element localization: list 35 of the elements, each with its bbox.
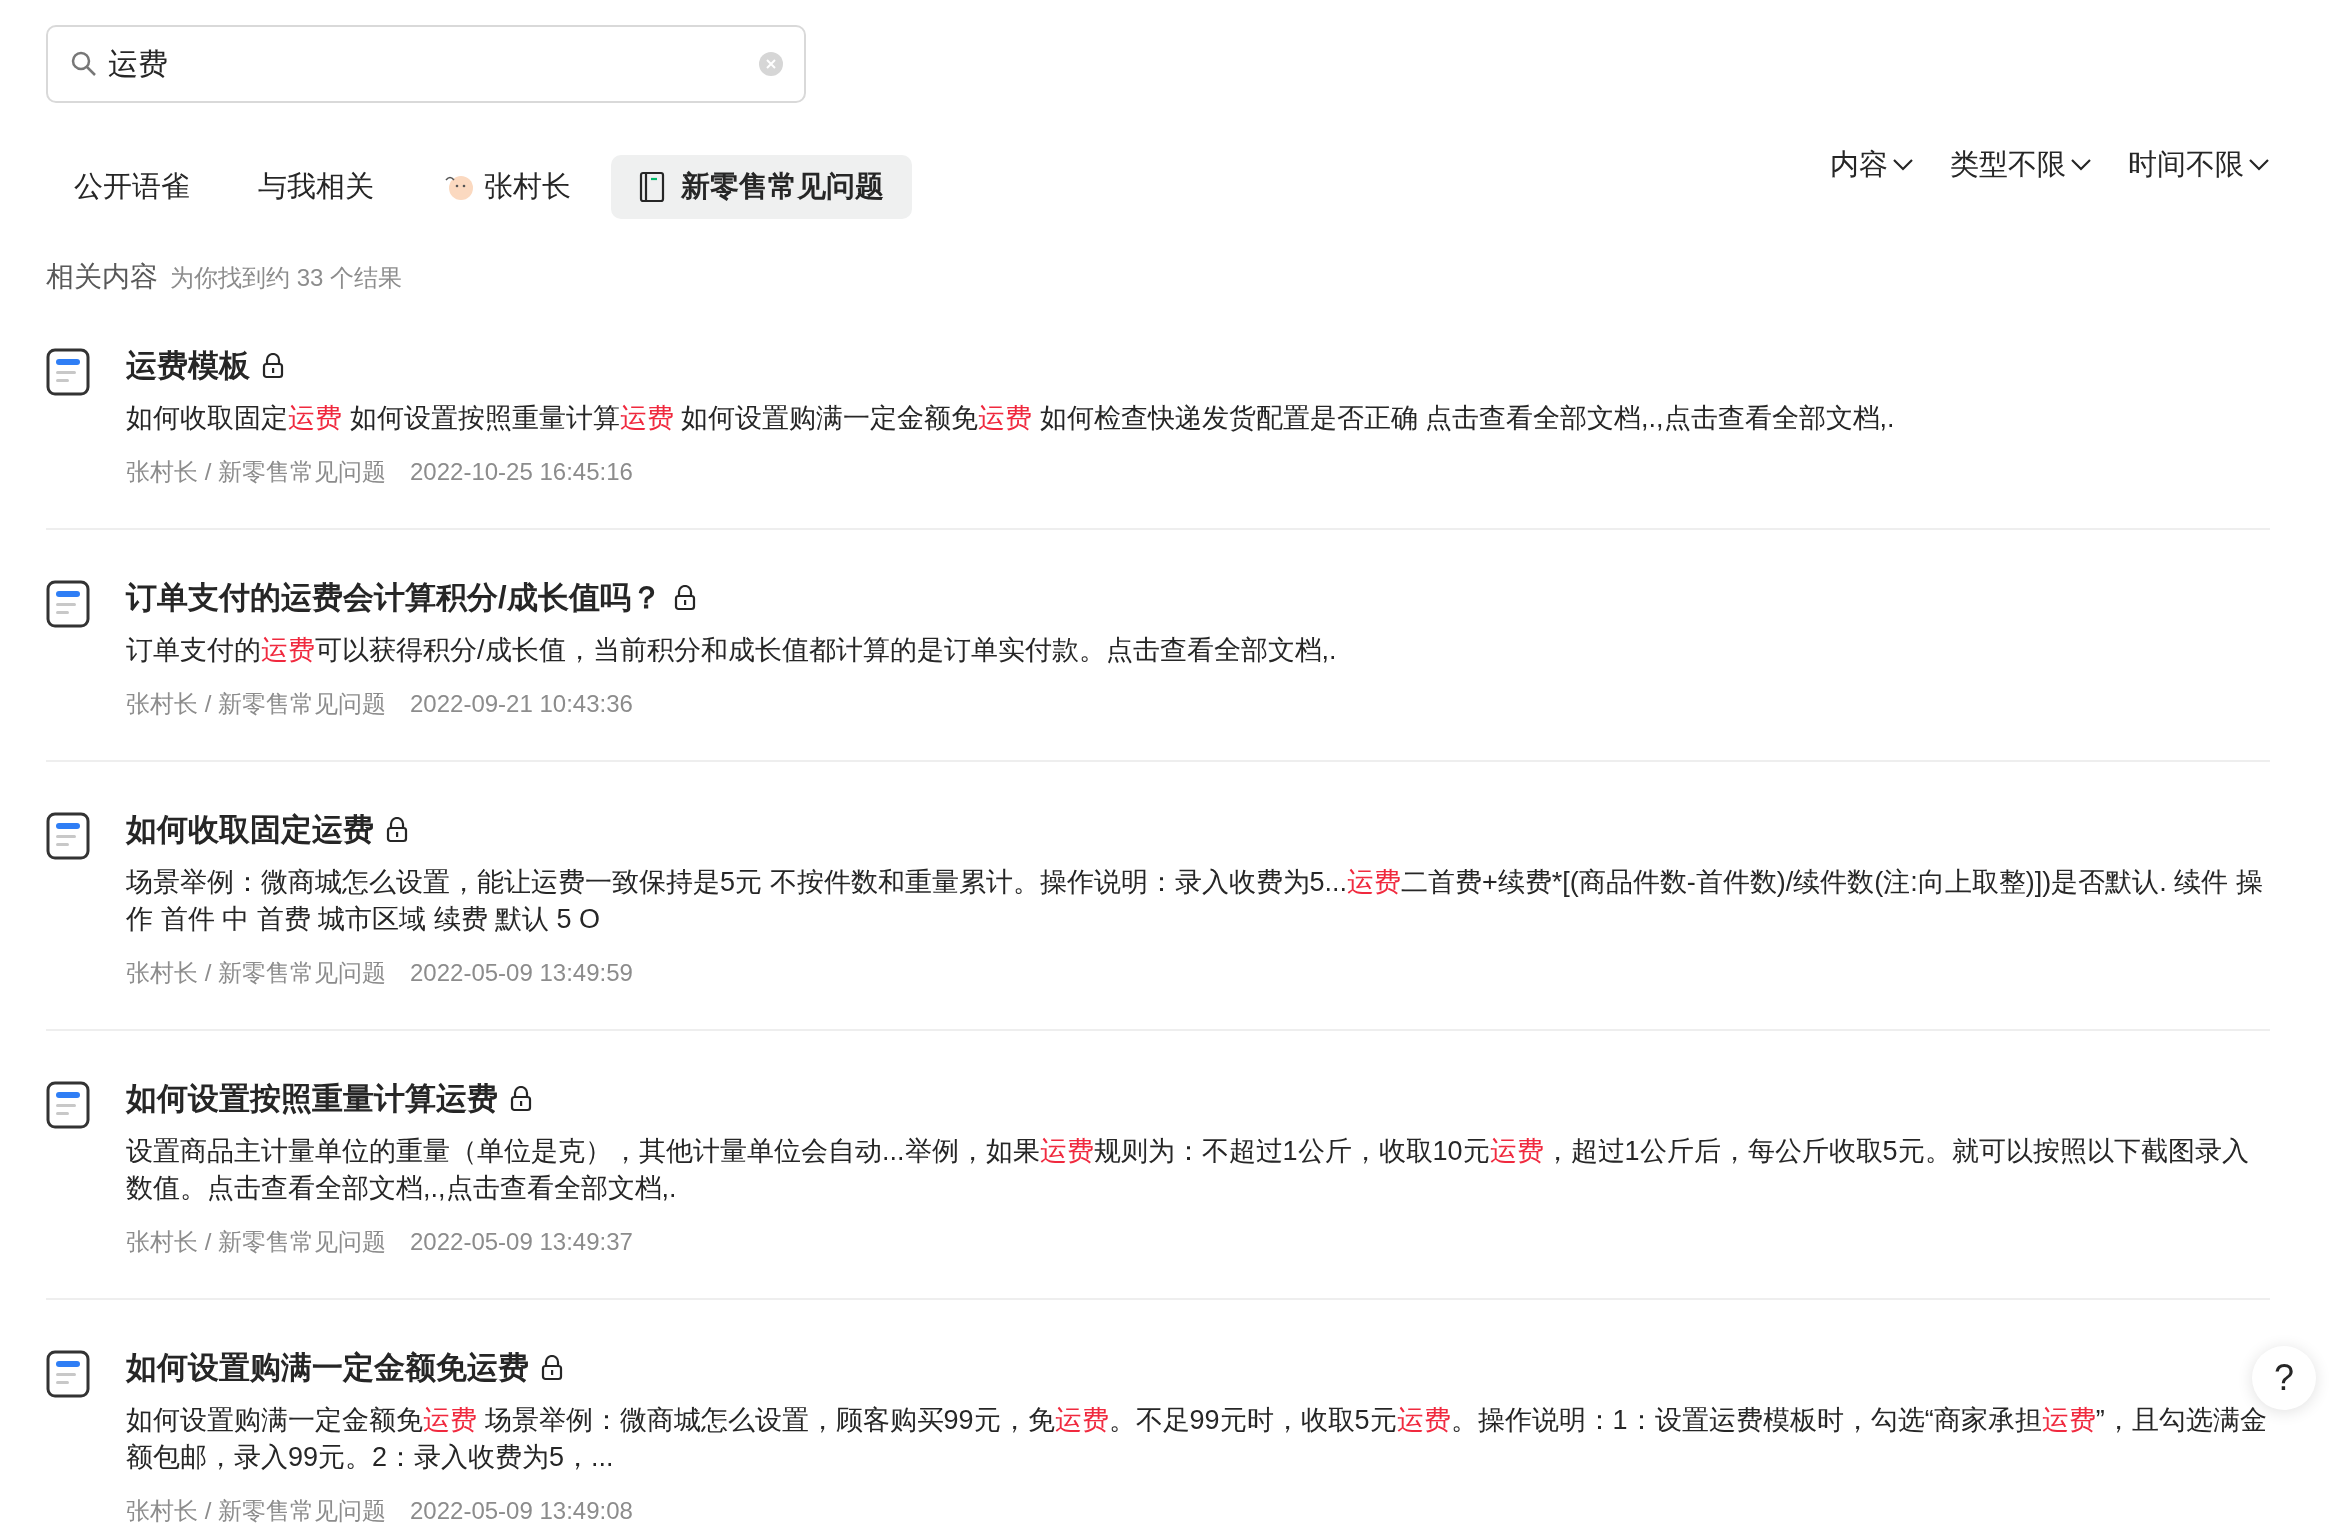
filter-dropdown[interactable]: 时间不限 [2128, 143, 2270, 187]
document-icon [46, 1081, 90, 1129]
result-count: 为你找到约 33 个结果 [170, 263, 403, 293]
document-icon [46, 812, 90, 860]
result-title[interactable]: 如何收取固定运费 [126, 806, 374, 854]
result-snippet: 如何收取固定运费 如何设置按照重量计算运费 如何设置购满一定金额免运费 如何检查快递发货配置是否正确 点击查看全部文档,.,点击查看全部文档,. [126, 402, 1896, 435]
chevron-down-icon [2070, 157, 2092, 172]
chevron-down-icon [1892, 157, 1914, 172]
section-heading: 相关内容 [46, 260, 158, 294]
result-title[interactable]: 订单支付的运费会计算积分/成长值吗？ [126, 574, 662, 622]
result-snippet: 场景举例：微商城怎么设置，能让运费一致保持是5元 不按件数和重量累计。操作说明：录入收费为5...运费二首费+续费*[(商品件数-首件数)/续件数(注:向上取整)])是否默认. 续件 操作 首件 中 首费 城市区域 续费 默认 5 O [126, 866, 2264, 936]
filter-tab[interactable]: 新零售常见问题 [611, 155, 912, 219]
result-title[interactable]: 运费模板 [126, 342, 250, 390]
filter-tab[interactable]: 与我相关 [230, 155, 402, 219]
filter-dropdown[interactable]: 类型不限 [1950, 143, 2092, 187]
document-icon [46, 1350, 90, 1398]
search-field[interactable]: 运费 [46, 25, 806, 103]
chevron-down-icon [2248, 157, 2270, 172]
result-time: 2022-10-25 16:45:16 [410, 457, 633, 487]
filter-tab[interactable]: 公开语雀 [46, 155, 218, 219]
book-icon [639, 171, 665, 203]
result-snippet: 订单支付的运费可以获得积分/成长值，当前积分和成长值都计算的是订单实付款。点击查看全部文档,. [126, 634, 1338, 667]
result-time: 2022-05-09 13:49:59 [410, 958, 633, 988]
result-time: 2022-09-21 10:43:36 [410, 689, 633, 719]
search-icon [70, 50, 98, 78]
clear-icon[interactable] [758, 51, 784, 77]
filter-dropdown[interactable]: 内容 [1830, 143, 1914, 187]
result-time: 2022-05-09 13:49:37 [410, 1227, 633, 1257]
document-icon [46, 580, 90, 628]
filter-tab[interactable]: 张村长 [414, 155, 599, 219]
result-title[interactable]: 如何设置购满一定金额免运费 [126, 1344, 529, 1392]
document-icon [46, 348, 90, 396]
result-time: 2022-05-09 13:49:08 [410, 1496, 633, 1526]
result-title[interactable]: 如何设置按照重量计算运费 [126, 1075, 498, 1123]
result-snippet: 设置商品主计量单位的重量（单位是克），其他计量单位会自动...举例，如果运费规则为：不超过1公斤，收取10元运费，超过1公斤后，每公斤收取5元。就可以按照以下截图录入数值。点击查看全部文档,.,点击查看全部文档,. [126, 1135, 2250, 1205]
